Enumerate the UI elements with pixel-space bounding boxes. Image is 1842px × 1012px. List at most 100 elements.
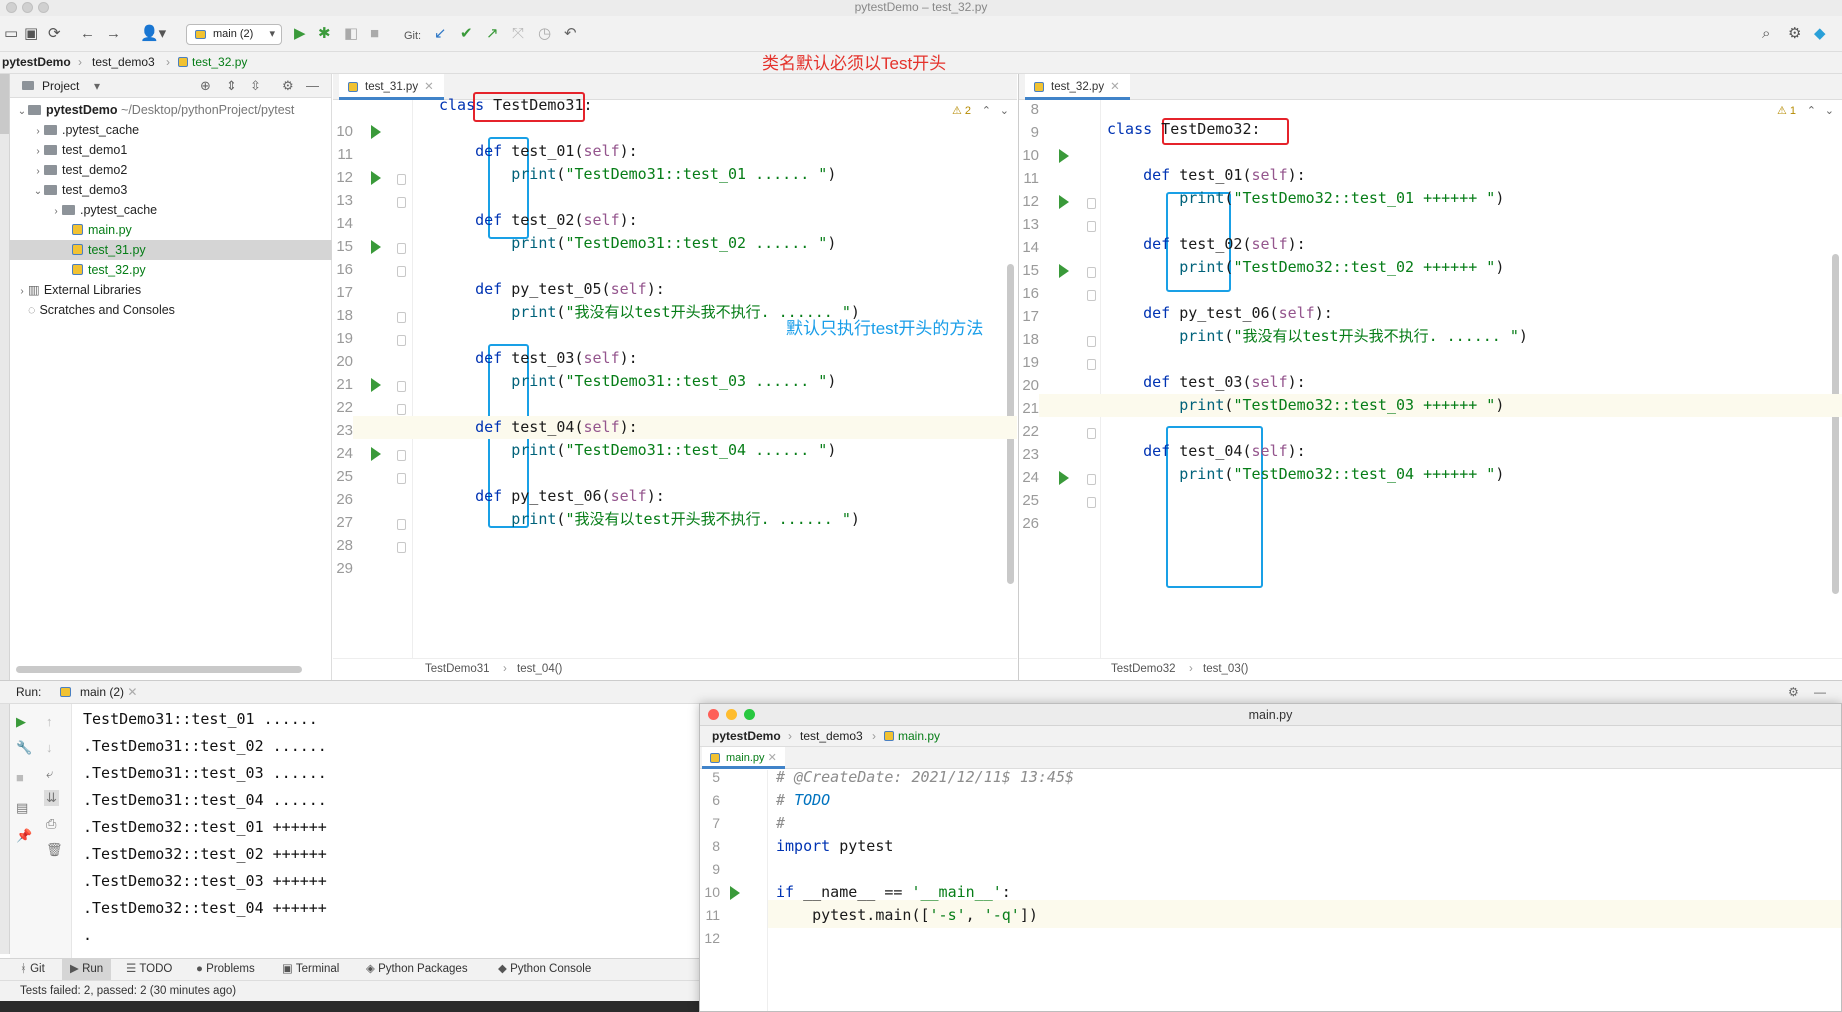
forward-icon[interactable]: → (106, 25, 121, 43)
tab-test-32[interactable]: test_32.py ✕ (1025, 74, 1130, 100)
code-line[interactable]: print("TestDemo32::test_04 ++++++ ") (1107, 463, 1504, 486)
code-line[interactable]: pytest.main(['-s', '-q']) (776, 904, 1038, 927)
code-line[interactable]: def test_04(self): (439, 416, 638, 439)
warning-count[interactable]: ⚠ 2 (952, 104, 971, 117)
user-icon[interactable]: 👤▾ (140, 25, 166, 43)
run-tab[interactable]: main (2) ✕ (80, 681, 137, 704)
code-line[interactable]: print("TestDemo31::test_01 ...... ") (439, 163, 836, 186)
crumb-class[interactable]: TestDemo31 (425, 659, 490, 680)
code-line[interactable]: def py_test_06(self): (1107, 302, 1333, 325)
run-gutter-icon[interactable] (371, 171, 381, 185)
chevron-down-icon[interactable]: ⌄ (1000, 104, 1009, 117)
tool-python-console[interactable]: ◆ Python Console (498, 959, 591, 980)
code-line[interactable]: print("我没有以test开头我不执行. ...... ") (439, 508, 860, 531)
run-gutter-icon[interactable] (371, 447, 381, 461)
vertical-scrollbar[interactable] (1832, 254, 1839, 594)
project-tool-button[interactable] (0, 74, 9, 134)
coverage-icon[interactable]: ◧ (344, 25, 358, 43)
run-gutter-icon[interactable] (371, 125, 381, 139)
code-line[interactable]: if __name__ == '__main__': (776, 881, 1011, 904)
run-gutter-icon[interactable] (730, 886, 740, 900)
fold-marker-icon[interactable] (397, 381, 406, 392)
fold-marker-icon[interactable] (397, 519, 406, 530)
breadcrumb-project[interactable]: pytestDemo (712, 726, 781, 746)
pin-icon[interactable]: 📌 (16, 828, 32, 844)
tree-item-root[interactable]: ⌄ pytestDemo ~/Desktop/pythonProject/pyte… (10, 100, 332, 120)
tool-python-packages[interactable]: ◈ Python Packages (366, 959, 468, 980)
run-gutter-icon[interactable] (371, 240, 381, 254)
git-history-icon[interactable]: ◷ (538, 25, 551, 43)
collapse-all-icon[interactable]: ⇳ (250, 74, 261, 98)
fold-marker-icon[interactable] (1087, 474, 1096, 485)
code-line[interactable]: def test_04(self): (1107, 440, 1306, 463)
code-line[interactable]: def test_03(self): (1107, 371, 1306, 394)
rerun-icon[interactable]: ▶ (16, 714, 26, 730)
close-window-button[interactable] (708, 709, 719, 720)
code-line[interactable]: print("TestDemo32::test_02 ++++++ ") (1107, 256, 1504, 279)
tool-problems[interactable]: ● Problems (196, 959, 255, 980)
minimize-window-button[interactable] (22, 2, 33, 13)
fold-marker-icon[interactable] (397, 450, 406, 461)
tree-item-test-31-py[interactable]: test_31.py (10, 240, 332, 260)
fold-marker-icon[interactable] (397, 312, 406, 323)
tree-item-main-py[interactable]: main.py (10, 220, 332, 240)
zoom-window-button[interactable] (744, 709, 755, 720)
debug-icon[interactable]: ✱ (318, 25, 331, 43)
trash-icon[interactable]: 🗑 (46, 842, 63, 858)
fold-end-icon[interactable] (397, 197, 406, 208)
fold-end-icon[interactable] (397, 473, 406, 484)
horizontal-scrollbar[interactable] (16, 666, 302, 673)
tree-item-external-libraries[interactable]: › ▥ External Libraries (10, 280, 332, 300)
close-tab-icon[interactable]: ✕ (127, 685, 137, 699)
chevron-down-icon[interactable]: ▾ (94, 74, 100, 98)
code-line[interactable]: def test_01(self): (1107, 164, 1306, 187)
fold-end-icon[interactable] (1087, 428, 1096, 439)
chevron-down-icon[interactable]: ⌄ (1825, 104, 1834, 117)
project-view-select[interactable]: Project (42, 74, 79, 98)
hide-panel-icon[interactable]: — (1814, 681, 1826, 704)
code-line[interactable]: import pytest (776, 835, 893, 858)
chevron-up-icon[interactable]: ⌃ (982, 104, 991, 117)
zoom-window-button[interactable] (38, 2, 49, 13)
gear-icon[interactable]: ⚙ (1788, 681, 1799, 704)
code-line[interactable]: # TODO (776, 789, 830, 812)
crumb-method[interactable]: test_04() (517, 659, 562, 680)
tool-run[interactable]: ▶ Run (62, 959, 112, 980)
minimize-window-button[interactable] (726, 709, 737, 720)
code-line[interactable]: print("TestDemo31::test_04 ...... ") (439, 439, 836, 462)
breadcrumb-file[interactable]: main.py (898, 726, 940, 746)
gear-icon[interactable]: ⚙ (1788, 25, 1801, 43)
arrow-down-icon[interactable]: ↓ (46, 740, 53, 755)
tree-item-demo3-pytest-cache[interactable]: › .pytest_cache (10, 200, 332, 220)
code-line[interactable]: def py_test_05(self): (439, 278, 665, 301)
git-push-icon[interactable]: ↗ (486, 25, 499, 43)
stop-icon[interactable]: ■ (16, 770, 24, 785)
code-line[interactable]: def test_02(self): (1107, 233, 1306, 256)
code-line[interactable]: def py_test_06(self): (439, 485, 665, 508)
git-merge-icon[interactable]: ⤧ (512, 25, 524, 43)
fold-marker-icon[interactable] (1087, 198, 1096, 209)
soft-wrap-icon[interactable]: ⤶ (46, 766, 53, 782)
code-line[interactable]: def test_03(self): (439, 347, 638, 370)
run-gutter-icon[interactable] (371, 378, 381, 392)
rollback-icon[interactable]: ↶ (564, 25, 577, 43)
fold-end-icon[interactable] (1087, 221, 1096, 232)
fold-marker-icon[interactable] (1087, 336, 1096, 347)
run-gutter-icon[interactable] (1059, 264, 1069, 278)
hide-panel-icon[interactable]: — (306, 74, 319, 98)
close-window-button[interactable] (6, 2, 17, 13)
fold-end-icon[interactable] (1087, 497, 1096, 508)
code-line[interactable]: print("TestDemo32::test_01 ++++++ ") (1107, 187, 1504, 210)
breadcrumb-folder[interactable]: test_demo3 (800, 726, 863, 746)
fold-marker-icon[interactable] (1087, 267, 1096, 278)
fold-marker-icon[interactable] (397, 243, 406, 254)
code-line[interactable]: class TestDemo32: (1107, 118, 1261, 141)
code-line[interactable]: print("TestDemo32::test_03 ++++++ ") (1107, 394, 1504, 417)
tool-terminal[interactable]: ▣ Terminal (282, 959, 339, 980)
code-line[interactable]: def test_02(self): (439, 209, 638, 232)
scroll-to-end-icon[interactable]: ⇊ (44, 790, 59, 806)
gear-icon[interactable]: ⚙ (282, 74, 294, 98)
tree-item-test-demo3[interactable]: ⌄ test_demo3 (10, 180, 332, 200)
stop-icon[interactable]: ■ (370, 25, 379, 43)
run-gutter-icon[interactable] (1059, 149, 1069, 163)
